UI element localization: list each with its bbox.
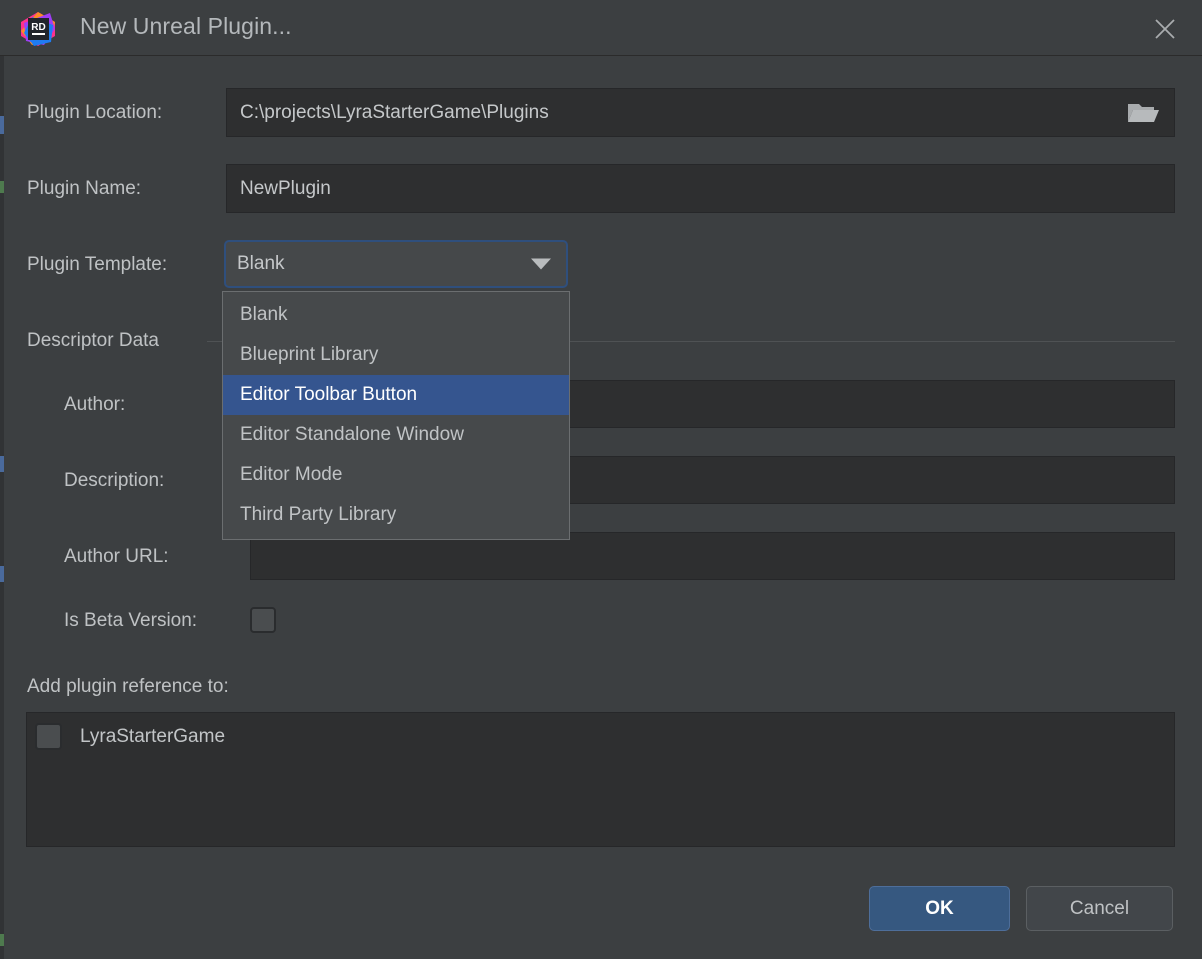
plugin-location-value: C:\projects\LyraStarterGame\Plugins	[240, 102, 549, 124]
lyra-starter-game-checkbox[interactable]	[35, 723, 62, 750]
is-beta-version-label: Is Beta Version:	[64, 610, 197, 632]
edge-accent-blue-1	[0, 116, 4, 134]
dropdown-option-third-party-library[interactable]: Third Party Library	[223, 495, 569, 535]
plugin-name-label: Plugin Name:	[27, 178, 141, 200]
plugin-name-input[interactable]: NewPlugin	[226, 164, 1175, 213]
plugin-template-value: Blank	[237, 253, 285, 275]
dialog-title: New Unreal Plugin...	[80, 13, 292, 40]
list-item[interactable]: LyraStarterGame	[35, 723, 225, 750]
author-label: Author:	[64, 394, 125, 416]
dropdown-option-editor-toolbar-button[interactable]: Editor Toolbar Button	[223, 375, 569, 415]
plugin-location-input[interactable]: C:\projects\LyraStarterGame\Plugins	[226, 88, 1175, 137]
author-url-label: Author URL:	[64, 546, 169, 568]
folder-open-icon[interactable]	[1112, 89, 1174, 136]
edge-accent-green-1	[0, 181, 4, 193]
background-edge-strip	[0, 56, 4, 959]
plugin-name-value: NewPlugin	[240, 178, 331, 200]
dropdown-option-blueprint-library[interactable]: Blueprint Library	[223, 335, 569, 375]
is-beta-version-checkbox[interactable]	[250, 607, 276, 633]
dropdown-option-editor-standalone-window[interactable]: Editor Standalone Window	[223, 415, 569, 455]
descriptor-data-section-label: Descriptor Data	[27, 330, 159, 352]
plugin-template-dropdown[interactable]: Blank Blueprint Library Editor Toolbar B…	[222, 291, 570, 540]
cancel-button[interactable]: Cancel	[1026, 886, 1173, 931]
list-item-label: LyraStarterGame	[80, 726, 225, 748]
add-plugin-reference-label: Add plugin reference to:	[27, 676, 229, 698]
description-label: Description:	[64, 470, 164, 492]
close-icon[interactable]	[1146, 10, 1184, 48]
plugin-template-combobox[interactable]: Blank	[224, 240, 568, 288]
titlebar: RD New Unreal Plugin...	[0, 0, 1202, 56]
svg-text:RD: RD	[31, 22, 45, 33]
chevron-down-icon	[531, 259, 551, 270]
plugin-location-label: Plugin Location:	[27, 102, 162, 124]
plugin-reference-listbox[interactable]: LyraStarterGame	[26, 712, 1175, 847]
ok-button[interactable]: OK	[869, 886, 1010, 931]
plugin-template-label: Plugin Template:	[27, 254, 167, 276]
edge-accent-green-2	[0, 934, 4, 946]
dropdown-option-blank[interactable]: Blank	[223, 295, 569, 335]
dropdown-option-editor-mode[interactable]: Editor Mode	[223, 455, 569, 495]
rider-rd-logo-icon: RD	[20, 11, 56, 47]
edge-accent-blue-3	[0, 566, 4, 582]
edge-accent-blue-2	[0, 456, 4, 472]
new-unreal-plugin-dialog: RD New Unreal Plugin... Plugin Location:…	[0, 0, 1202, 959]
